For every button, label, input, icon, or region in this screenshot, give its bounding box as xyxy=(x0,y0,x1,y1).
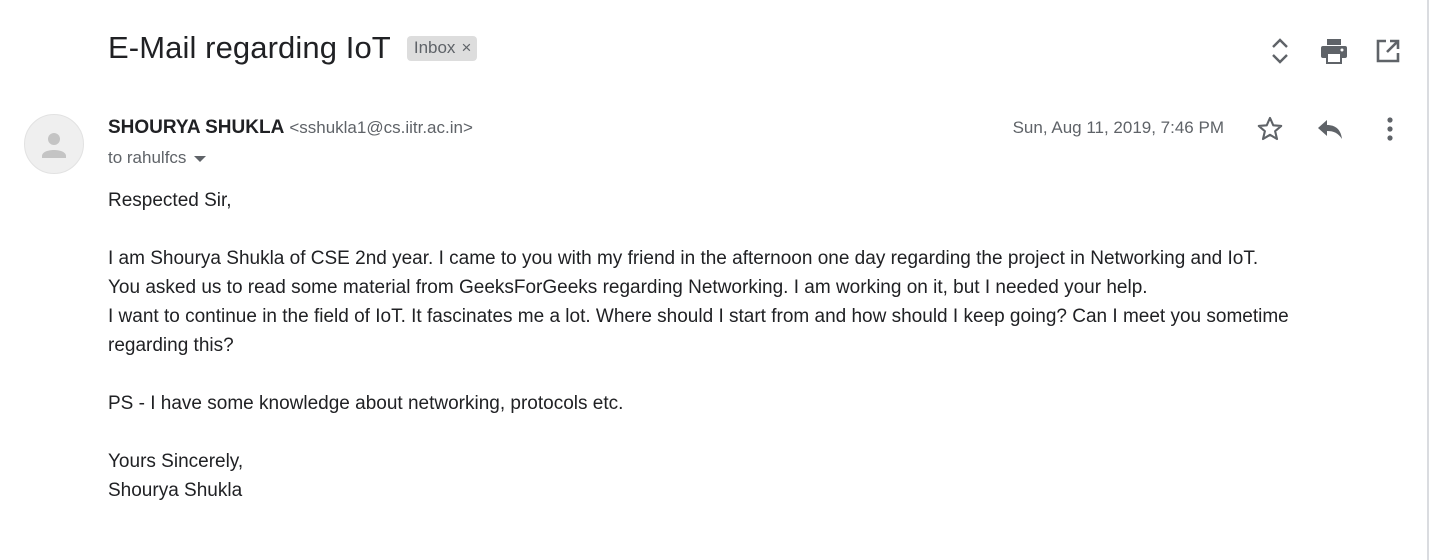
email-view: E-Mail regarding IoT Inbox × SHOURYA SHU… xyxy=(0,0,1429,560)
person-icon xyxy=(42,133,66,158)
postscript: PS - I have some knowledge about network… xyxy=(108,393,624,414)
greeting: Respected Sir, xyxy=(108,190,232,211)
star-icon[interactable] xyxy=(1253,112,1287,146)
avatar[interactable] xyxy=(24,114,84,174)
body-line-3: I want to continue in the field of IoT. … xyxy=(108,306,1289,356)
thread-toolbar xyxy=(1243,34,1405,68)
inbox-label-chip[interactable]: Inbox × xyxy=(406,35,478,61)
print-icon[interactable] xyxy=(1317,34,1351,68)
open-new-window-icon[interactable] xyxy=(1371,34,1405,68)
recipients-row: to rahulfcs xyxy=(108,148,207,168)
body-line-1: I am Shourya Shukla of CSE 2nd year. I c… xyxy=(108,248,1259,269)
sender-email: <sshukla1@cs.iitr.ac.in> xyxy=(289,118,473,137)
email-subject: E-Mail regarding IoT xyxy=(108,30,391,65)
message-actions xyxy=(1227,112,1407,146)
reply-icon[interactable] xyxy=(1313,112,1347,146)
body-line-2: You asked us to read some material from … xyxy=(108,277,1148,298)
signature: Shourya Shukla xyxy=(108,480,243,501)
recipient-text: to rahulfcs xyxy=(108,148,187,167)
sender-info: SHOURYA SHUKLA <sshukla1@cs.iitr.ac.in> xyxy=(108,117,473,139)
subject-row: E-Mail regarding IoT Inbox × xyxy=(108,30,478,66)
sender-name[interactable]: SHOURYA SHUKLA xyxy=(108,117,284,139)
expand-collapse-icon[interactable] xyxy=(1263,34,1297,68)
email-date: Sun, Aug 11, 2019, 7:46 PM xyxy=(1012,118,1224,137)
label-name: Inbox xyxy=(413,37,456,57)
show-details-caret-icon[interactable] xyxy=(194,156,207,162)
remove-label-icon[interactable]: × xyxy=(461,38,471,58)
more-vert-icon[interactable] xyxy=(1373,112,1407,146)
closing: Yours Sincerely, xyxy=(108,451,244,472)
email-body: Respected Sir, I am Shourya Shukla of CS… xyxy=(108,186,1348,505)
